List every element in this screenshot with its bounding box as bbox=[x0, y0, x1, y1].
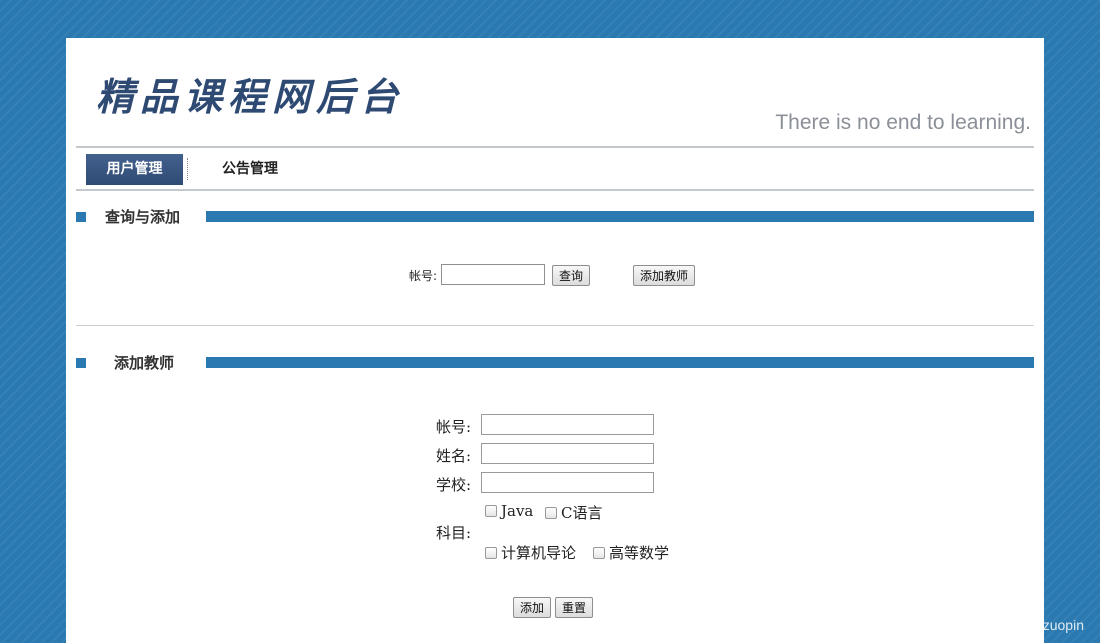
account-search-label: 帐号: bbox=[409, 269, 438, 283]
section-header-search: 查询与添加 bbox=[76, 206, 1034, 226]
slogan: There is no end to learning. bbox=[775, 111, 1031, 134]
form-row-subjects: 科目: Java C语言 计算机导论 高等数学 bbox=[436, 502, 696, 563]
checkbox-icon[interactable] bbox=[485, 547, 497, 559]
submit-add-button[interactable]: 添加 bbox=[513, 597, 552, 618]
school-field[interactable] bbox=[481, 472, 654, 493]
section-bar bbox=[206, 211, 1034, 222]
account-label: 帐号: bbox=[436, 418, 472, 436]
section-bar bbox=[206, 357, 1034, 368]
account-field[interactable] bbox=[481, 414, 654, 435]
school-label: 学校: bbox=[436, 476, 472, 494]
query-button[interactable]: 查询 bbox=[552, 265, 591, 286]
subject-option-java[interactable]: Java bbox=[485, 502, 533, 520]
tab-announcement-management[interactable]: 公告管理 bbox=[200, 154, 300, 185]
site-logo: 精品课程网后台 bbox=[96, 74, 405, 119]
subject-label: 科目: bbox=[436, 524, 472, 542]
add-teacher-button[interactable]: 添加教师 bbox=[633, 265, 696, 286]
page-container: 精品课程网后台 There is no end to learning. 用户管… bbox=[66, 38, 1044, 643]
name-label: 姓名: bbox=[436, 447, 472, 465]
section-header-add-teacher: 添加教师 bbox=[76, 352, 1034, 372]
tab-user-management[interactable]: 用户管理 bbox=[86, 154, 183, 185]
nav-separator bbox=[187, 158, 188, 180]
section-bullet-icon bbox=[76, 358, 86, 368]
checkbox-icon[interactable] bbox=[593, 547, 605, 559]
watermark: CSDN @biyezuopin bbox=[959, 617, 1084, 633]
main-nav: 用户管理 公告管理 bbox=[76, 152, 1034, 188]
section-bullet-icon bbox=[76, 212, 86, 222]
header: 精品课程网后台 There is no end to learning. bbox=[66, 38, 1044, 146]
reset-button[interactable]: 重置 bbox=[555, 597, 594, 618]
section-title-add-teacher: 添加教师 bbox=[114, 354, 175, 372]
subject-option-c[interactable]: C语言 bbox=[545, 502, 602, 523]
section-divider bbox=[76, 325, 1034, 326]
checkbox-icon[interactable] bbox=[545, 507, 557, 519]
subject-option-math[interactable]: 高等数学 bbox=[593, 542, 669, 563]
account-search-input[interactable] bbox=[441, 264, 545, 285]
name-field[interactable] bbox=[481, 443, 654, 464]
checkbox-icon[interactable] bbox=[485, 505, 497, 517]
header-divider bbox=[76, 146, 1034, 148]
nav-divider bbox=[76, 189, 1034, 191]
section-title-search: 查询与添加 bbox=[105, 208, 181, 226]
subject-option-intro-cs[interactable]: 计算机导论 bbox=[485, 542, 576, 563]
